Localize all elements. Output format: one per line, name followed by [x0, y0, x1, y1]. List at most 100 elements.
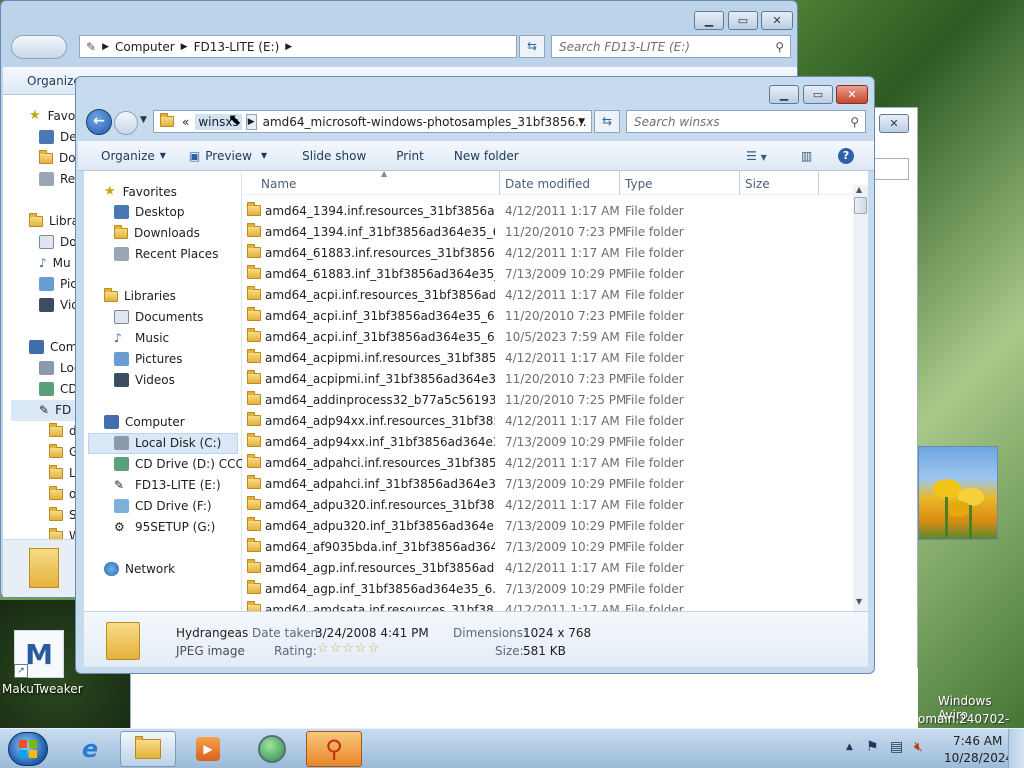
nav-libraries[interactable]: Libraries [104, 287, 176, 303]
taskbar-explorer-button[interactable] [120, 731, 176, 767]
back-search-input[interactable]: Search FD13-LITE (E:) ⚲ [551, 35, 791, 58]
breadcrumb-current[interactable]: amd64_microsoft-windows-photosamples_31b… [263, 115, 587, 129]
rating-stars[interactable]: ☆☆☆☆☆ [317, 641, 380, 656]
column-divider[interactable] [818, 171, 819, 195]
third-window[interactable]: ✕ [872, 107, 918, 727]
file-row[interactable]: amd64_61883.inf.resources_31bf3856ad3...… [243, 242, 843, 263]
nav-computer[interactable]: Computer [104, 415, 185, 429]
file-row[interactable]: amd64_1394.inf.resources_31bf3856ad36...… [243, 200, 843, 221]
tulips-thumbnail[interactable] [918, 446, 998, 540]
back-nav-music[interactable]: ♪ Mu [39, 256, 71, 270]
print-button[interactable]: Print [377, 149, 435, 163]
taskbar-ie-button[interactable]: e [62, 731, 118, 767]
nav-fd13[interactable]: ✎ FD13-LITE (E:) [114, 478, 221, 492]
new-folder-button[interactable]: New folder [435, 149, 530, 163]
show-desktop-button[interactable] [1008, 729, 1024, 768]
column-date-header[interactable]: Date modified [505, 177, 590, 191]
network-tray-icon[interactable]: ▤ [890, 739, 903, 755]
back-nav-folder[interactable]: o [49, 485, 76, 501]
details-date-value[interactable]: 3/24/2008 4:41 PM [315, 626, 429, 640]
scrollbar-thumb[interactable] [854, 197, 867, 214]
file-row[interactable]: amd64_addinprocess32_b77a5c561934e0... 11… [243, 389, 843, 410]
taskbar-app-button[interactable] [244, 731, 300, 767]
maku-tweaker-desktop-icon[interactable]: M ↗ MakuTweaker [2, 630, 83, 700]
back-maximize-button[interactable]: ▭ [728, 11, 758, 30]
nav-cd-drive-f[interactable]: CD Drive (F:) [114, 499, 212, 513]
back-nav-videos[interactable]: Vid [39, 298, 79, 312]
clock-time[interactable]: 7:46 AM [953, 734, 1002, 748]
address-dropdown-icon[interactable]: ▼ [578, 117, 585, 127]
back-nav-favorites[interactable]: ★ Favo [29, 108, 75, 123]
file-row[interactable]: amd64_af9035bda.inf_31bf3856ad364e35... 7… [243, 536, 843, 557]
file-row[interactable]: amd64_acpipmi.inf_31bf3856ad364e35_6....… [243, 368, 843, 389]
file-row[interactable]: amd64_61883.inf_31bf3856ad364e35_6.1....… [243, 263, 843, 284]
preview-pane-icon[interactable]: ▥ [801, 149, 812, 163]
file-row[interactable]: amd64_acpipmi.inf.resources_31bf3856a...… [243, 347, 843, 368]
nav-recent-places[interactable]: Recent Places [114, 247, 218, 261]
nav-cd-drive-d[interactable]: CD Drive (D:) CCCOI [114, 457, 242, 471]
file-row[interactable]: amd64_adpu320.inf.resources_31bf3856a...… [243, 494, 843, 515]
nav-downloads[interactable]: Downloads [114, 224, 200, 240]
nav-favorites[interactable]: ★ Favorites [104, 184, 177, 199]
back-nav-buttons[interactable] [11, 35, 67, 59]
minimize-button[interactable]: ▁ [769, 85, 799, 104]
back-close-button[interactable]: ✕ [761, 11, 793, 30]
recent-pages-dropdown[interactable]: ▼ [140, 115, 147, 125]
back-nav-folder[interactable]: L [49, 464, 76, 480]
file-row[interactable]: amd64_amdsata.inf.resources_31bf3856a...… [243, 599, 843, 611]
slideshow-button[interactable]: Slide show [278, 149, 377, 163]
address-bar[interactable]: « winsxs ▶ amd64_microsoft-windows-photo… [153, 110, 592, 133]
file-row[interactable]: amd64_adp94xx.inf_31bf3856ad364e35_6....… [243, 431, 843, 452]
main-explorer-window[interactable]: ▁ ▭ ✕ ← ▼ « winsxs ▶ amd64_microsoft-win… [75, 76, 875, 674]
search-input[interactable]: Search winsxs ⚲ [626, 110, 866, 133]
taskbar-search-app-button[interactable]: ⚲ [306, 731, 362, 767]
close-button[interactable]: ✕ [836, 85, 868, 104]
file-row[interactable]: amd64_adpu320.inf_31bf3856ad364e35_6....… [243, 515, 843, 536]
back-nav-cd[interactable]: CD [39, 382, 78, 396]
forward-button[interactable] [114, 111, 138, 135]
nav-desktop[interactable]: Desktop [114, 205, 185, 219]
nav-local-disk[interactable]: Local Disk (C:) [114, 436, 221, 450]
maximize-button[interactable]: ▭ [803, 85, 833, 104]
back-nav-fd[interactable]: ✎ FD [39, 403, 71, 417]
back-refresh-button[interactable]: ⇆ [519, 35, 545, 58]
nav-network[interactable]: Network [104, 562, 175, 576]
column-divider[interactable] [739, 171, 740, 195]
view-options-icon[interactable]: ☰ ▼ [746, 149, 767, 163]
back-nav-pictures[interactable]: Pic [39, 277, 77, 291]
file-row[interactable]: amd64_agp.inf.resources_31bf3856ad364...… [243, 557, 843, 578]
nav-documents[interactable]: Documents [114, 310, 203, 324]
back-button[interactable]: ← [86, 109, 112, 135]
breadcrumb-overflow[interactable]: « [182, 115, 189, 129]
back-address-bar[interactable]: ✎ ▶ Computer ▶ FD13-LITE (E:) ▶ [79, 35, 517, 58]
nav-95setup[interactable]: ⚙ 95SETUP (G:) [114, 520, 215, 534]
nav-music[interactable]: ♪ Music [114, 331, 169, 345]
help-icon[interactable]: ? [838, 147, 854, 164]
third-search-input[interactable] [873, 158, 909, 180]
file-row[interactable]: amd64_acpi.inf_31bf3856ad364e35_6.1.76..… [243, 326, 843, 347]
refresh-button[interactable]: ⇆ [594, 110, 620, 133]
volume-muted-icon[interactable]: 🔇︎ [914, 739, 923, 755]
file-row[interactable]: amd64_adp94xx.inf.resources_31bf3856a...… [243, 410, 843, 431]
back-nav-libraries[interactable]: Libra [29, 212, 79, 228]
file-row[interactable]: amd64_1394.inf_31bf3856ad364e35_6.1.7...… [243, 221, 843, 242]
scroll-down-arrow[interactable]: ▼ [856, 597, 862, 606]
column-name-header[interactable]: Name [261, 177, 296, 191]
back-nav-folder[interactable]: S [49, 506, 77, 522]
back-address-computer[interactable]: Computer [115, 40, 175, 54]
taskbar-media-player-button[interactable]: ▶ [180, 731, 236, 767]
file-row[interactable]: amd64_acpi.inf.resources_31bf3856ad364..… [243, 284, 843, 305]
file-row[interactable]: amd64_agp.inf_31bf3856ad364e35_6.1.76...… [243, 578, 843, 599]
file-row[interactable]: amd64_acpi.inf_31bf3856ad364e35_6.1.76..… [243, 305, 843, 326]
column-divider[interactable] [499, 171, 500, 195]
back-nav-computer[interactable]: Com [29, 340, 77, 354]
clock-date[interactable]: 10/28/2024 [944, 751, 1013, 765]
preview-button[interactable]: ▣ Preview ▼ [177, 149, 278, 163]
column-size-header[interactable]: Size [745, 177, 770, 191]
tray-overflow-icon[interactable]: ▲ [846, 742, 853, 752]
action-center-flag-icon[interactable]: ⚑ [866, 739, 879, 755]
file-row[interactable]: amd64_adpahci.inf_31bf3856ad364e35_6....… [243, 473, 843, 494]
column-divider[interactable] [619, 171, 620, 195]
back-address-drive[interactable]: FD13-LITE (E:) [194, 40, 280, 54]
nav-pictures[interactable]: Pictures [114, 352, 183, 366]
